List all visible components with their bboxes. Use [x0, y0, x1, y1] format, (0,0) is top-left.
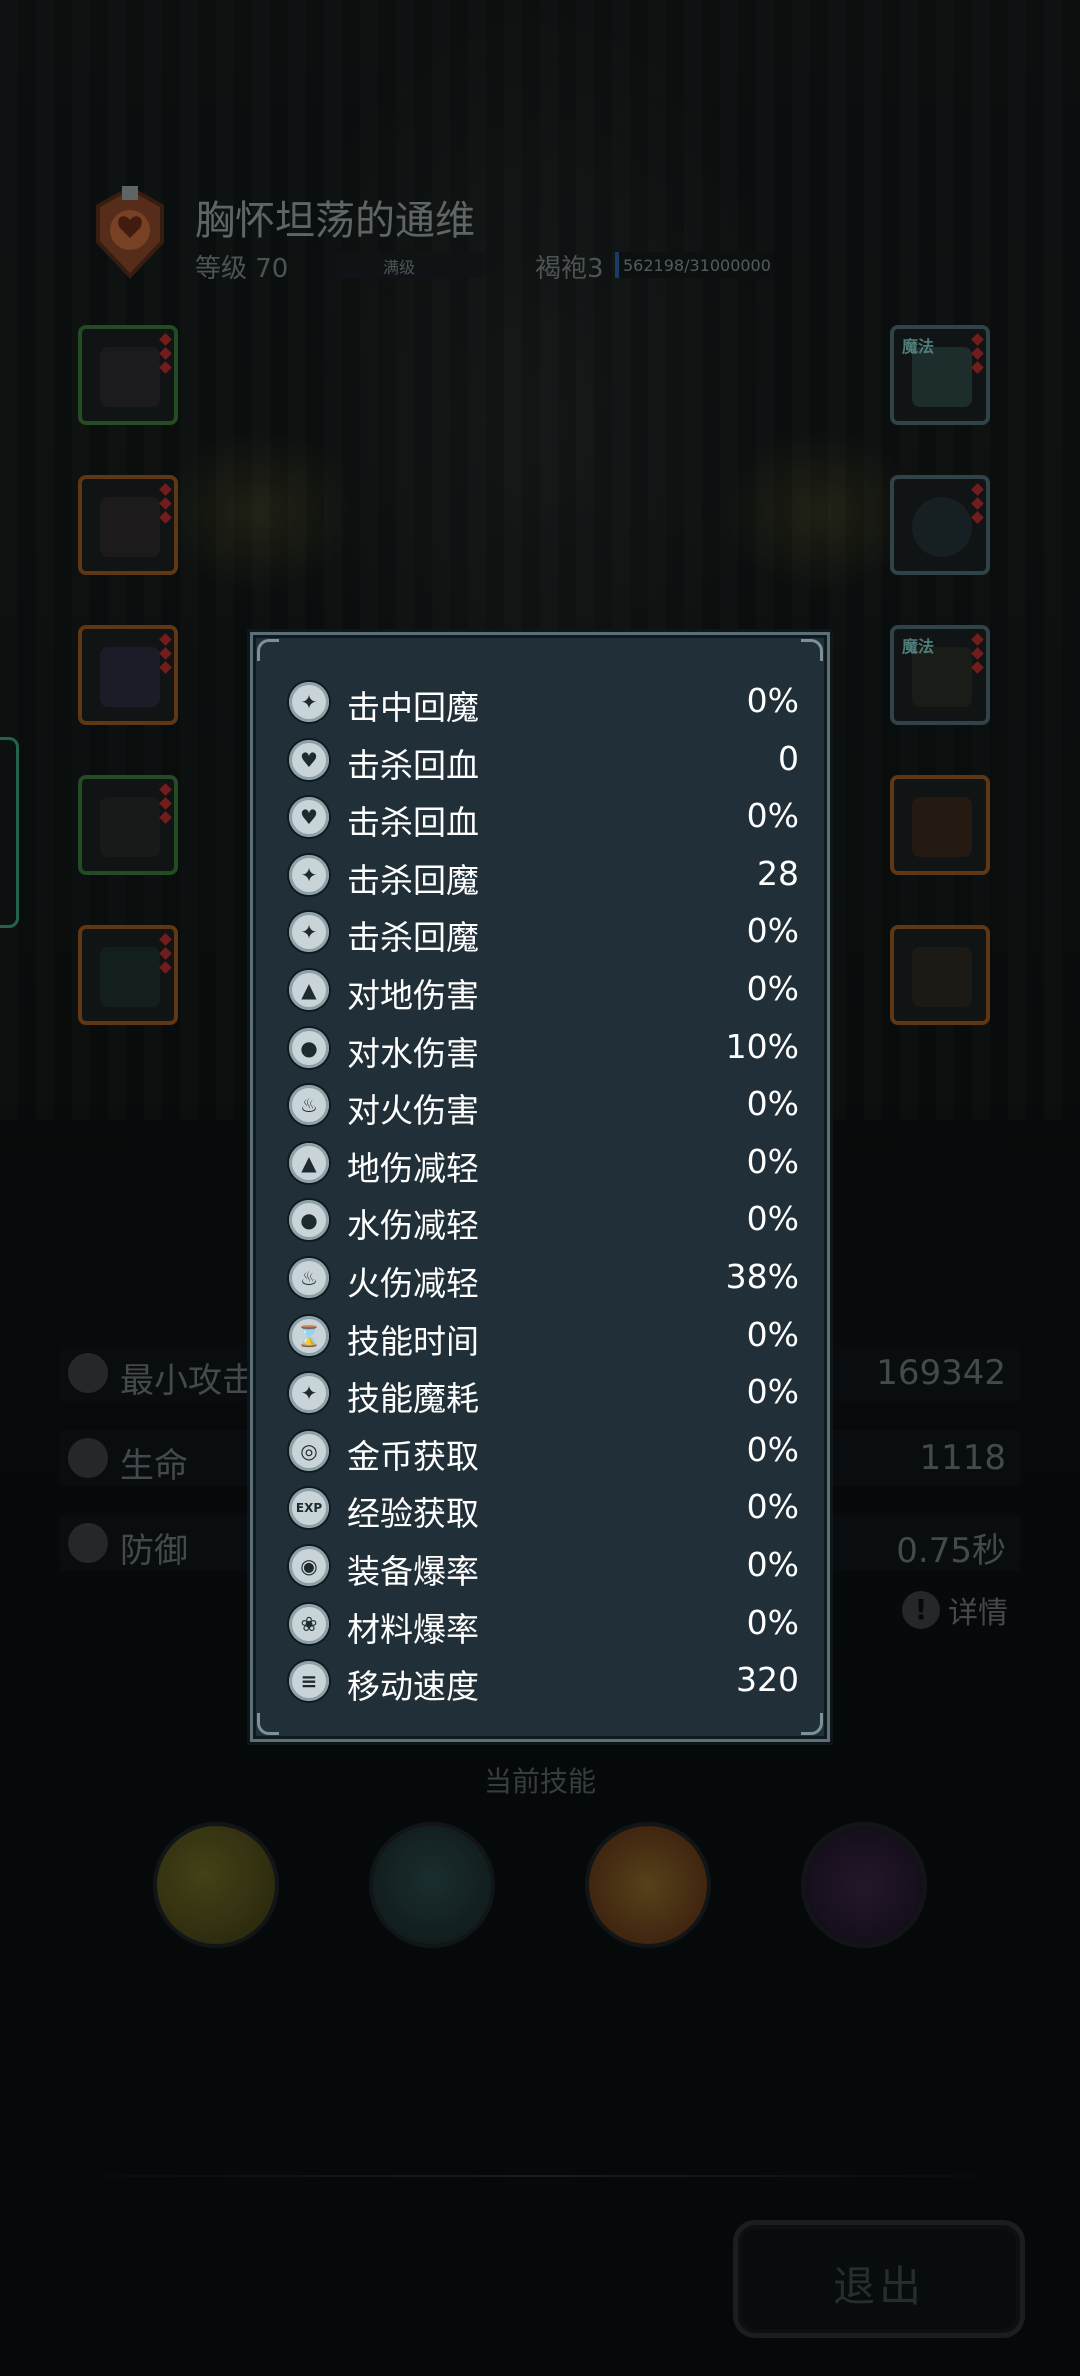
boot-icon: ≡ [289, 1661, 329, 1702]
popup-stat-label: 移动速度 [347, 1667, 479, 1707]
popup-stat-label: 击中回魔 [347, 688, 479, 727]
popup-stat-value: 0% [746, 1487, 799, 1527]
equipment-drop-icon: ◉ [289, 1546, 329, 1586]
popup-corner [257, 1713, 279, 1735]
popup-stat-row: ♨ 对火伤害 0% [253, 1078, 833, 1135]
water-resist-icon: ● [289, 1200, 329, 1241]
mana-kill-percent-icon: ✦ [289, 912, 329, 953]
popup-stat-label: 水伤减轻 [347, 1206, 479, 1246]
popup-stat-label: 技能魔耗 [347, 1379, 479, 1419]
popup-stat-row: ≡ 移动速度 320 [253, 1654, 833, 1711]
popup-stat-value: 0% [746, 969, 799, 1008]
exp-icon: EXP [289, 1488, 329, 1529]
popup-stat-value: 0% [746, 1141, 799, 1181]
water-damage-icon: ● [289, 1027, 329, 1068]
hourglass-icon: ⌛ [289, 1315, 329, 1356]
popup-stat-label: 材料爆率 [347, 1609, 479, 1649]
popup-stat-row: ✦ 击中回魔 0% [253, 675, 833, 732]
popup-stat-row: ● 对水伤害 10% [253, 1021, 833, 1078]
popup-stat-value: 0% [746, 1199, 799, 1239]
popup-stat-value: 0% [746, 681, 799, 720]
popup-corner [801, 639, 823, 661]
popup-stat-row: ▲ 对地伤害 0% [253, 963, 833, 1020]
popup-stat-row: ✦ 击杀回魔 28 [253, 848, 833, 905]
popup-stat-row: ❀ 材料爆率 0% [253, 1597, 833, 1654]
popup-stat-row: ✦ 击杀回魔 0% [253, 905, 833, 962]
popup-stat-row: ◎ 金币获取 0% [253, 1424, 833, 1481]
fire-damage-icon: ♨ [289, 1085, 329, 1126]
popup-stat-value: 0% [746, 1372, 799, 1412]
popup-stat-value: 0% [746, 1314, 799, 1354]
popup-stat-label: 地伤减轻 [347, 1148, 479, 1188]
popup-stat-row: ⌛ 技能时间 0% [253, 1309, 833, 1366]
popup-stat-label: 对地伤害 [347, 976, 479, 1015]
popup-stat-label: 金币获取 [347, 1436, 479, 1476]
popup-stat-label: 击杀回血 [347, 803, 479, 843]
mana-kill-icon: ✦ [289, 854, 329, 895]
popup-stat-label: 装备爆率 [347, 1552, 479, 1591]
popup-stat-row: ♥ 击杀回血 0% [253, 790, 833, 847]
popup-stat-value: 28 [757, 853, 799, 893]
popup-stat-label: 击杀回血 [347, 745, 479, 785]
material-drop-icon: ❀ [289, 1603, 329, 1644]
popup-stat-label: 技能时间 [347, 1321, 479, 1361]
popup-stat-value: 0% [746, 1429, 799, 1469]
popup-stat-row: ♥ 击杀回血 0 [253, 733, 833, 790]
popup-corner [801, 1713, 823, 1735]
popup-stat-value: 0% [746, 796, 799, 836]
popup-stat-value: 0% [746, 1084, 799, 1124]
popup-stat-label: 击杀回魔 [347, 860, 479, 900]
heart-kill-icon: ♥ [289, 739, 329, 780]
popup-stat-value: 0% [746, 1602, 799, 1642]
popup-stat-value: 10% [725, 1026, 799, 1066]
popup-stat-value: 0 [778, 738, 799, 778]
earth-damage-icon: ▲ [289, 970, 329, 1010]
popup-stat-value: 0% [746, 1545, 799, 1584]
earth-resist-icon: ▲ [289, 1142, 329, 1183]
mana-hit-icon: ✦ [289, 682, 329, 722]
popup-stat-label: 对火伤害 [347, 1091, 479, 1131]
popup-stat-label: 击杀回魔 [347, 918, 479, 958]
popup-stat-label: 火伤减轻 [347, 1264, 479, 1303]
popup-stat-row: ● 水伤减轻 0% [253, 1193, 833, 1250]
popup-corner [257, 639, 279, 661]
popup-stat-row: ▲ 地伤减轻 0% [253, 1136, 833, 1193]
popup-stat-label: 对水伤害 [347, 1033, 479, 1073]
popup-stat-row: ♨ 火伤减轻 38% [253, 1251, 833, 1308]
popup-stat-row: ✦ 技能魔耗 0% [253, 1366, 833, 1423]
popup-stat-row: ◉ 装备爆率 0% [253, 1539, 833, 1596]
popup-stat-label: 经验获取 [347, 1494, 479, 1534]
popup-stat-value: 38% [725, 1257, 799, 1296]
mana-cost-icon: ✦ [289, 1373, 329, 1414]
heart-kill-percent-icon: ♥ [289, 797, 329, 838]
fire-resist-icon: ♨ [289, 1258, 329, 1298]
coin-icon: ◎ [289, 1430, 329, 1471]
stats-detail-popup: ✦ 击中回魔 0% ♥ 击杀回血 0 ♥ 击杀回血 0% ✦ 击杀回魔 28 ✦ 击杀回魔 0% ▲ 对地伤害 0… [250, 632, 830, 1742]
popup-stat-row: EXP 经验获取 0% [253, 1481, 833, 1538]
popup-stat-value: 0% [746, 911, 799, 951]
popup-stat-value: 320 [736, 1660, 799, 1700]
